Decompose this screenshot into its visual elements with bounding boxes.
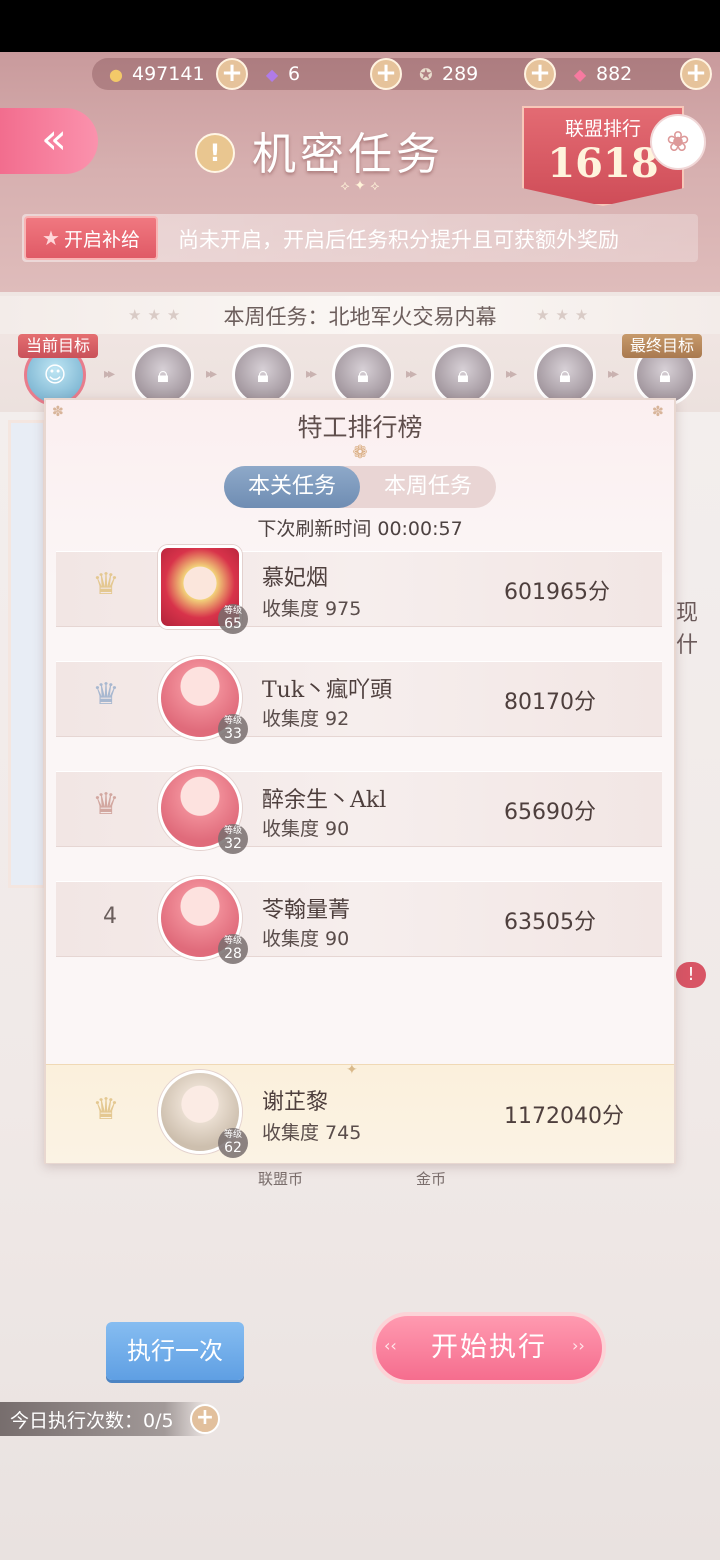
star-coin-icon: ✪ <box>419 64 433 84</box>
path-arrow-icon: ▸▸ <box>206 366 217 382</box>
my-score: 1172040分 <box>504 1104 624 1129</box>
target-node-locked[interactable]: 🔒︎ <box>232 344 294 406</box>
leaderboard-title: 特工排行榜 <box>297 413 423 442</box>
supply-message: 尚未开启，开启后任务积分提升且可获额外奖励 <box>178 228 619 252</box>
row-ornament: ✦ <box>346 1062 358 1078</box>
add-star-coin-button[interactable]: + <box>524 58 556 90</box>
rank-number: 4 <box>103 904 117 929</box>
background-side-text: 现 什 <box>676 601 699 658</box>
silver-crown-icon: ♛ <box>92 677 120 712</box>
player-score: 65690分 <box>504 800 596 825</box>
currency-value: 6 <box>288 63 301 85</box>
player-score: 601965分 <box>504 580 610 605</box>
execute-once-button[interactable]: 执行一次 <box>106 1322 244 1380</box>
path-arrow-icon: ▸▸ <box>104 366 115 382</box>
path-arrow-icon: ▸▸ <box>406 366 417 382</box>
lock-icon: 🔒︎ <box>257 362 269 388</box>
level-badge: 等级 28 <box>218 934 248 964</box>
alliance-coin-label: 联盟币 <box>258 1170 304 1188</box>
add-cat-coin-button[interactable]: + <box>216 58 248 90</box>
cat-coin-icon: ● <box>109 64 123 84</box>
player-collection: 收集度 90 <box>262 818 350 840</box>
open-supply-label: 开启补给 <box>63 228 140 251</box>
my-collection: 收集度 745 <box>262 1122 362 1144</box>
player-name: 醉余生丶Akl <box>262 788 387 813</box>
player-name: 慕妃烟 <box>262 566 329 591</box>
level-badge: 等级 62 <box>218 1128 248 1158</box>
tab-weekly-task[interactable]: 本周任务 <box>360 466 496 508</box>
target-node-locked[interactable]: 🔒︎ <box>332 344 394 406</box>
background-card <box>8 420 46 888</box>
gift-box-icon[interactable]: ❀ <box>650 114 706 170</box>
title-ornament: ⟡ ✦ ⟡ <box>340 178 380 194</box>
refresh-countdown: 下次刷新时间 00:00:57 <box>257 518 463 540</box>
pink-diamond-icon: ◆ <box>573 64 587 84</box>
target-node-locked[interactable]: 🔒︎ <box>432 344 494 406</box>
player-name: Tuk丶瘋吖頭 <box>262 678 393 703</box>
tab-stage-task[interactable]: 本关任务 <box>224 466 360 508</box>
start-execute-button[interactable]: 开始执行 <box>372 1312 606 1384</box>
final-target-tag: 最终目标 <box>622 334 703 358</box>
player-collection: 收集度 975 <box>262 598 362 620</box>
player-collection: 收集度 92 <box>262 708 350 730</box>
my-name: 谢芷黎 <box>262 1090 329 1115</box>
flower-ornament-icon: ❁ <box>352 442 368 463</box>
level-badge: 等级 32 <box>218 824 248 854</box>
bronze-crown-icon: ♛ <box>92 787 120 822</box>
gold-crown-icon: ♛ <box>92 1092 120 1127</box>
currency-cat-coin: ● 497141 <box>104 58 205 90</box>
level-badge: 等级 65 <box>218 604 248 634</box>
lock-icon: 🔒︎ <box>659 362 671 388</box>
currency-value: 289 <box>442 63 479 85</box>
add-daily-count-button[interactable]: + <box>190 1404 220 1434</box>
lock-icon: 🔒︎ <box>357 362 369 388</box>
gold-coin-label: 金币 <box>416 1170 447 1188</box>
current-target-tag: 当前目标 <box>18 334 99 358</box>
chevron-left-icon: ‹‹ <box>384 1336 397 1355</box>
player-score: 80170分 <box>504 690 596 715</box>
currency-value: 882 <box>596 63 633 85</box>
background-alert-icon: ! <box>676 962 706 988</box>
path-arrow-icon: ▸▸ <box>608 366 619 382</box>
target-node-locked[interactable]: 🔒︎ <box>132 344 194 406</box>
status-bar <box>0 0 720 52</box>
player-name: 苓翰量菁 <box>262 898 351 923</box>
add-diamond-button[interactable]: + <box>370 58 402 90</box>
lock-icon: 🔒︎ <box>559 362 571 388</box>
lock-icon: 🔒︎ <box>457 362 469 388</box>
currency-value: 497141 <box>132 63 205 85</box>
path-arrow-icon: ▸▸ <box>506 366 517 382</box>
open-supply-button[interactable]: ★ 开启补给 <box>24 216 158 260</box>
weekly-task-title: 本周任务：北地军火交易内幕 <box>223 305 497 329</box>
player-collection: 收集度 90 <box>262 928 350 950</box>
add-pink-diamond-button[interactable]: + <box>680 58 712 90</box>
star-icon: ★ <box>42 226 60 250</box>
page-title: 机密任务 <box>252 129 444 180</box>
currency-pink-diamond: ◆ 882 <box>568 58 632 90</box>
back-button[interactable]: « <box>0 108 98 174</box>
chevron-right-icon: ›› <box>572 1336 585 1355</box>
gold-crown-icon: ♛ <box>92 567 120 602</box>
currency-star-coin: ✪ 289 <box>414 58 478 90</box>
path-arrow-icon: ▸▸ <box>306 366 317 382</box>
target-node-locked[interactable]: 🔒︎ <box>534 344 596 406</box>
daily-execute-count: 今日执行次数：0/5 <box>10 1410 174 1432</box>
player-score: 63505分 <box>504 910 596 935</box>
level-badge: 等级 33 <box>218 714 248 744</box>
info-alert-icon[interactable]: ! <box>195 133 235 173</box>
currency-diamond: ◆ 6 <box>260 58 300 90</box>
diamond-icon: ◆ <box>265 64 279 84</box>
lock-icon: 🔒︎ <box>157 362 169 388</box>
